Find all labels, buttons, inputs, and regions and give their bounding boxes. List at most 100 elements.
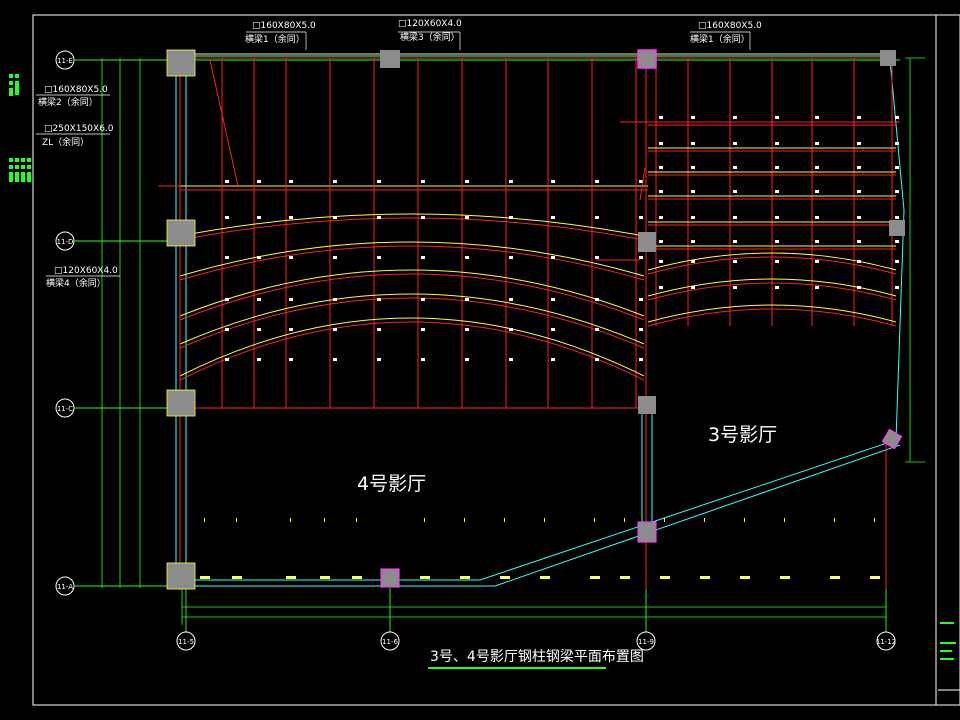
dimension-tick	[286, 576, 296, 579]
connection-marker	[815, 286, 819, 289]
connection-marker	[595, 328, 599, 331]
connection-marker	[733, 216, 737, 219]
connection-marker	[421, 298, 425, 301]
connection-marker	[551, 216, 555, 219]
connection-marker	[815, 166, 819, 169]
cyan-outline	[175, 55, 905, 587]
connection-marker	[775, 190, 779, 193]
beam1-name-label: 横梁1（余同）	[245, 33, 305, 45]
curved-beam	[179, 273, 645, 321]
dimension-tick	[236, 518, 237, 522]
beam1-spec-label: □160X80X5.0	[252, 21, 316, 31]
connection-marker	[815, 190, 819, 193]
connection-marker	[333, 298, 337, 301]
dimension-tick	[744, 518, 745, 522]
connection-marker	[595, 298, 599, 301]
connection-marker	[815, 240, 819, 243]
connection-marker	[377, 298, 381, 301]
connection-marker	[659, 286, 663, 289]
connection-marker	[257, 256, 261, 259]
beam4-spec-label: □120X60X4.0	[54, 266, 118, 276]
connection-marker	[815, 142, 819, 145]
axis-bubble-row-a: 11-A	[55, 576, 75, 596]
titleblock-marks	[938, 622, 960, 691]
curved-beam	[179, 297, 645, 349]
axis-label: 11-9	[638, 638, 654, 646]
axis-label: 11-D	[57, 238, 74, 246]
connection-marker	[775, 116, 779, 119]
beam3-name-label: 横梁3（余同）	[400, 31, 460, 43]
red-boundaries	[158, 59, 900, 590]
connection-marker	[257, 216, 261, 219]
axis-label: 11-6	[382, 638, 398, 646]
connection-marker	[551, 328, 555, 331]
connection-marker	[659, 260, 663, 263]
dimension-lines	[101, 57, 925, 625]
beam1b-name-label: 横梁1（余同）	[690, 33, 750, 45]
connection-marker	[289, 180, 293, 183]
connection-marker	[659, 190, 663, 193]
connection-marker	[225, 358, 229, 361]
dimension-tick	[232, 576, 242, 579]
connection-marker	[691, 166, 695, 169]
connection-marker	[857, 166, 861, 169]
dimension-tick	[320, 576, 330, 579]
axis-label: 11-C	[57, 405, 73, 413]
dimension-tick	[660, 576, 670, 579]
connection-marker	[691, 142, 695, 145]
connection-marker	[551, 180, 555, 183]
axis-lines	[75, 59, 900, 632]
connection-marker	[895, 260, 899, 263]
connection-marker	[733, 240, 737, 243]
connection-marker	[509, 180, 513, 183]
connection-marker	[289, 358, 293, 361]
dimension-tick	[874, 518, 875, 522]
connection-marker	[857, 260, 861, 263]
hall3-label: 3号影厅	[708, 424, 777, 446]
curved-beam	[179, 269, 645, 317]
dimension-tick	[464, 518, 465, 522]
dimension-tick	[352, 576, 362, 579]
curved-beam	[179, 321, 645, 381]
connection-marker	[377, 256, 381, 259]
beam3-spec-label: □120X60X4.0	[398, 19, 462, 29]
connection-marker	[639, 358, 643, 361]
axis-bubble-col-12: 11-12	[876, 631, 896, 651]
connection-marker	[551, 256, 555, 259]
connection-marker	[857, 286, 861, 289]
axis-label: 11-E	[57, 57, 73, 65]
connection-marker	[639, 328, 643, 331]
zl-spec-label: □250X150X6.0	[44, 124, 114, 134]
connection-marker	[895, 190, 899, 193]
connection-marker	[509, 328, 513, 331]
cad-drawing: 11-E 11-D 11-C 11-A 11-5 11-6 11-9 11-12…	[9, 14, 960, 706]
axis-bubbles: 11-E 11-D 11-C 11-A 11-5 11-6 11-9 11-12	[55, 50, 896, 651]
dimension-tick	[540, 576, 550, 579]
dimension-tick	[500, 576, 510, 579]
column	[637, 49, 657, 69]
dimension-tick	[620, 576, 630, 579]
connection-marker	[895, 286, 899, 289]
column	[166, 389, 196, 417]
connection-marker	[289, 216, 293, 219]
dimension-tick	[740, 576, 750, 579]
connection-marker	[333, 358, 337, 361]
connection-marker	[775, 260, 779, 263]
connection-marker	[857, 190, 861, 193]
connection-marker	[509, 358, 513, 361]
connection-marker	[857, 240, 861, 243]
curved-beam	[179, 217, 645, 241]
connection-marker	[733, 286, 737, 289]
dimension-tick	[204, 518, 205, 522]
zl-name-label: ZL（余同）	[42, 136, 89, 148]
connection-marker	[465, 358, 469, 361]
axis-label: 11-12	[876, 638, 896, 646]
connection-marker	[333, 256, 337, 259]
connection-marker	[775, 216, 779, 219]
connection-marker	[895, 166, 899, 169]
hall4-vertical-beams	[221, 58, 637, 408]
connection-marker	[659, 142, 663, 145]
connection-marker	[289, 256, 293, 259]
connection-marker	[691, 216, 695, 219]
column	[380, 568, 400, 588]
